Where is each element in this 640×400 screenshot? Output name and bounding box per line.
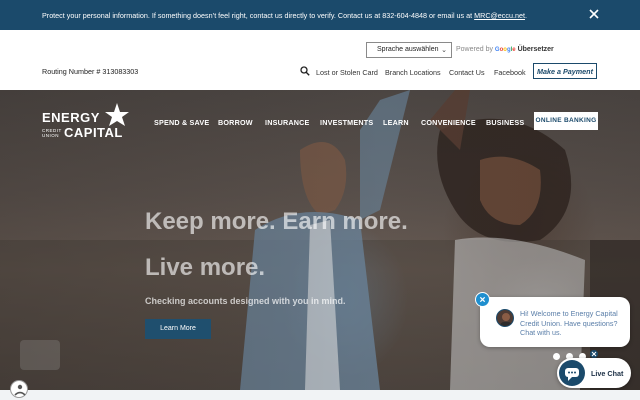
chat-welcome-message: Hi! Welcome to Energy Capital Credit Uni…	[520, 309, 618, 338]
live-chat-label: Live Chat	[591, 369, 624, 378]
page-bottom-strip	[0, 390, 640, 400]
nav-borrow[interactable]: BORROW	[218, 118, 253, 127]
hero-headline-line-1: Keep more. Earn more.	[145, 208, 408, 235]
alert-message: Protect your personal information. If so…	[42, 11, 527, 20]
alert-text: Protect your personal information. If so…	[42, 11, 475, 20]
accessibility-icon[interactable]	[10, 380, 28, 398]
chat-icon	[559, 360, 585, 386]
agent-avatar	[496, 309, 514, 327]
chevron-down-icon: ⌄	[441, 47, 447, 54]
security-alert-banner: Protect your personal information. If so…	[0, 0, 640, 30]
hero-subtext: Checking accounts designed with you in m…	[145, 296, 346, 306]
language-select[interactable]: Sprache auswählen ⌄	[366, 42, 452, 58]
branch-locations-link[interactable]: Branch Locations	[385, 68, 441, 77]
facebook-link[interactable]: Facebook	[494, 68, 526, 77]
google-logo: Google	[494, 47, 516, 53]
powered-by-google-translate: Powered by Google Übersetzer	[456, 46, 554, 53]
live-chat-button[interactable]: Live Chat	[557, 358, 631, 388]
star-icon	[105, 103, 129, 126]
lost-stolen-card-link[interactable]: Lost or Stolen Card	[316, 68, 378, 77]
nav-investments[interactable]: INVESTMENTS	[320, 118, 373, 127]
nav-insurance[interactable]: INSURANCE	[265, 118, 310, 127]
language-select-value: Sprache auswählen	[377, 46, 439, 53]
routing-number: Routing Number # 313083303	[42, 67, 139, 76]
logo-credit-union-text: CREDIT UNION	[42, 128, 62, 138]
nav-convenience[interactable]: CONVENIENCE	[421, 118, 476, 127]
alert-email-link[interactable]: MRC@eccu.net	[474, 11, 525, 20]
chat-welcome-bubble[interactable]: Hi! Welcome to Energy Capital Credit Uni…	[480, 297, 630, 347]
chat-carousel-dot[interactable]	[553, 353, 560, 360]
nav-learn[interactable]: LEARN	[383, 118, 409, 127]
energy-capital-logo[interactable]: ENERGY CREDIT UNION CAPITAL	[42, 102, 132, 142]
chat-minimize-icon[interactable]	[590, 350, 598, 358]
contact-us-link[interactable]: Contact Us	[449, 68, 485, 77]
close-icon[interactable]	[586, 6, 602, 22]
online-banking-button[interactable]: ONLINE BANKING	[534, 112, 598, 130]
chat-close-icon[interactable]	[475, 292, 490, 307]
alert-period: .	[524, 11, 527, 20]
logo-energy-text: ENERGY	[42, 110, 100, 125]
learn-more-button[interactable]: Learn More	[145, 319, 211, 339]
search-icon[interactable]	[300, 66, 310, 76]
translate-link[interactable]: Übersetzer	[518, 46, 554, 53]
make-payment-button[interactable]: Make a Payment	[533, 63, 597, 79]
nav-spend-save[interactable]: SPEND & SAVE	[154, 118, 209, 127]
hero-headline-line-2: Live more.	[145, 254, 266, 281]
agent-avatar-image	[500, 313, 512, 326]
utility-bar: Sprache auswählen ⌄ Powered by Google Üb…	[0, 30, 640, 90]
nav-business[interactable]: BUSINESS	[486, 118, 524, 127]
powered-by-label: Powered by	[456, 46, 493, 53]
